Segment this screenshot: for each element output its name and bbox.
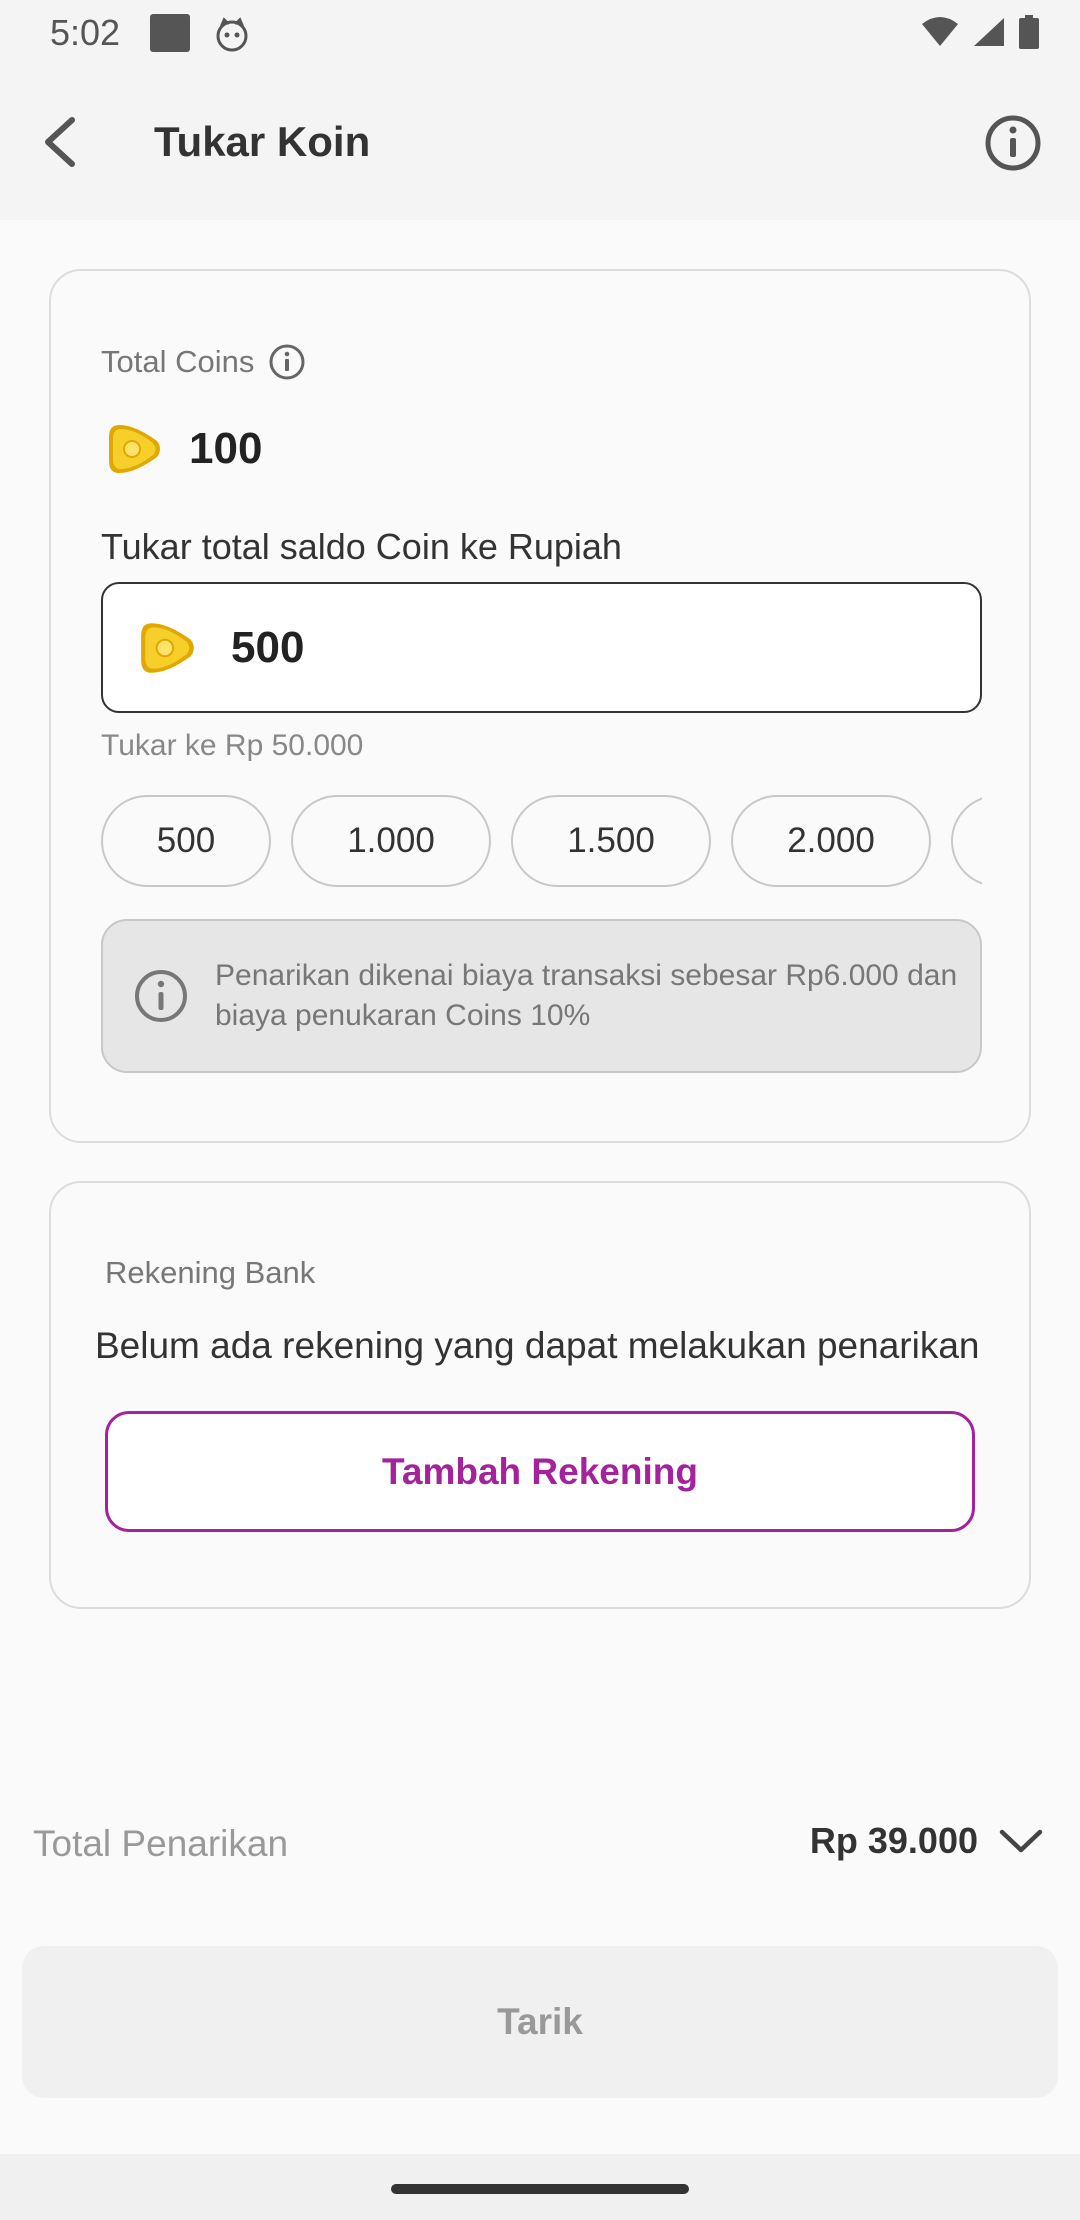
home-indicator[interactable] bbox=[391, 2184, 689, 2194]
fee-notice-text: Penarikan dikenai biaya transaksi sebesa… bbox=[215, 959, 958, 1032]
total-coins-label-row: Total Coins bbox=[101, 343, 306, 381]
withdraw-button[interactable]: Tarik bbox=[22, 1946, 1058, 2098]
wifi-icon bbox=[922, 17, 958, 46]
chevron-down-icon bbox=[999, 1829, 1043, 1853]
convert-label: Tukar total saldo Coin ke Rupiah bbox=[101, 526, 622, 567]
total-withdrawal-toggle[interactable]: Rp 39.000 bbox=[810, 1818, 1044, 1864]
total-coins-value: 100 bbox=[189, 424, 263, 473]
signal-icon bbox=[974, 18, 1004, 46]
info-icon bbox=[135, 970, 187, 1022]
gallery-icon bbox=[150, 14, 190, 52]
app-bar: Tukar Koin bbox=[0, 64, 1080, 220]
bank-account-card: Rekening Bank Belum ada rekening yang da… bbox=[49, 1181, 1031, 1609]
status-icons bbox=[920, 14, 1040, 50]
total-coins-row: 100 bbox=[105, 419, 262, 479]
chip-overflow[interactable] bbox=[951, 795, 982, 887]
coin-amount-value: 500 bbox=[231, 622, 305, 672]
total-withdrawal-value: Rp 39.000 bbox=[809, 1820, 978, 1861]
back-arrow-icon[interactable] bbox=[36, 112, 84, 172]
chip-2000[interactable]: 2.000 bbox=[731, 795, 931, 887]
status-time: 5:02 bbox=[50, 12, 121, 53]
cat-icon bbox=[216, 17, 248, 52]
fee-notice: Penarikan dikenai biaya transaksi sebesa… bbox=[101, 919, 982, 1073]
coin-icon bbox=[141, 622, 194, 673]
bank-account-label: Rekening Bank bbox=[105, 1255, 316, 1290]
chip-1500[interactable]: 1.500 bbox=[511, 795, 711, 887]
status-bar: 5:02 bbox=[0, 0, 1080, 64]
chip-1000[interactable]: 1.000 bbox=[291, 795, 491, 887]
empty-account-message: Belum ada rekening yang dapat melakukan … bbox=[95, 1325, 980, 1366]
coin-amount-input[interactable]: 500 bbox=[101, 582, 982, 713]
amount-chips: 500 1.000 1.500 2.000 bbox=[101, 795, 982, 889]
add-account-button[interactable]: Tambah Rekening bbox=[105, 1411, 975, 1532]
info-icon[interactable] bbox=[984, 114, 1042, 172]
total-coins-label: Total Coins bbox=[101, 344, 255, 379]
convert-result: Tukar ke Rp 50.000 bbox=[101, 729, 364, 762]
coins-card: Total Coins 100 Tukar total saldo Coin k… bbox=[49, 269, 1031, 1143]
page-title: Tukar Koin bbox=[154, 118, 371, 165]
chip-500[interactable]: 500 bbox=[101, 795, 271, 887]
total-withdrawal-label: Total Penarikan bbox=[33, 1823, 289, 1864]
battery-icon bbox=[1019, 15, 1039, 49]
info-icon[interactable] bbox=[268, 343, 306, 381]
coin-icon bbox=[109, 425, 160, 473]
